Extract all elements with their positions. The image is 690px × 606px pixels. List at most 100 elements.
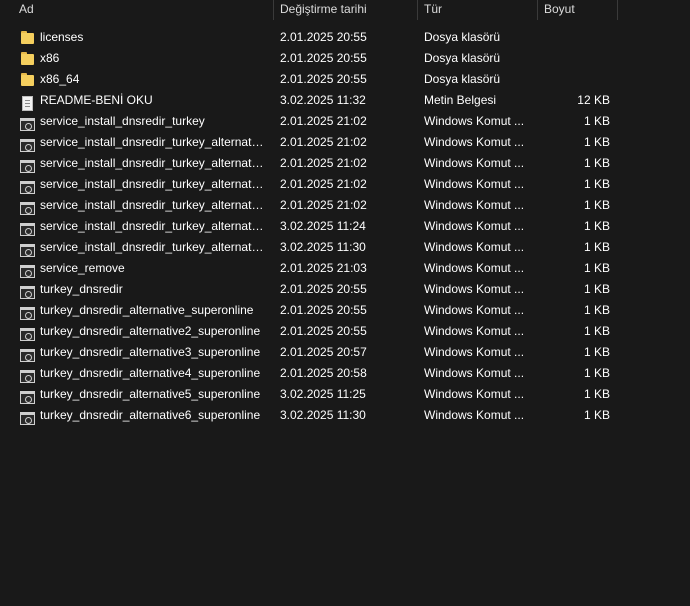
batch-file-icon	[20, 283, 35, 299]
file-size: 1 KB	[583, 198, 610, 212]
file-name: service_install_dnsredir_turkey_alternat…	[40, 177, 264, 191]
file-name: service_remove	[40, 261, 125, 275]
file-row[interactable]: service_install_dnsredir_turkey_alternat…	[0, 216, 690, 237]
column-header-size-label: Boyut	[544, 2, 575, 16]
batch-file-icon	[20, 388, 35, 404]
column-header-name-label: Ad	[19, 2, 34, 16]
file-name: licenses	[40, 30, 84, 44]
file-row[interactable]: turkey_dnsredir 2.01.2025 20:55 Windows …	[0, 279, 690, 300]
batch-file-icon	[20, 367, 35, 383]
column-header-type-label: Tür	[424, 2, 442, 16]
file-name: turkey_dnsredir_alternative5_superonline	[40, 387, 261, 401]
file-name: x86	[40, 51, 60, 65]
file-row[interactable]: service_install_dnsredir_turkey 2.01.202…	[0, 111, 690, 132]
file-type: Dosya klasörü	[424, 72, 501, 86]
batch-file-icon	[20, 115, 35, 131]
batch-file-icon	[20, 157, 35, 173]
file-type: Metin Belgesi	[424, 93, 497, 107]
file-name: service_install_dnsredir_turkey_alternat…	[40, 198, 264, 212]
file-row[interactable]: service_install_dnsredir_turkey_alternat…	[0, 132, 690, 153]
file-row[interactable]: service_remove 2.01.2025 21:03 Windows K…	[0, 258, 690, 279]
file-date: 3.02.2025 11:32	[280, 93, 366, 107]
file-date: 3.02.2025 11:25	[280, 387, 366, 401]
file-date: 2.01.2025 20:57	[280, 345, 367, 359]
file-date: 3.02.2025 11:30	[280, 240, 366, 254]
file-date: 2.01.2025 20:55	[280, 51, 367, 65]
column-header-type[interactable]: Tür	[418, 0, 538, 20]
file-name: turkey_dnsredir	[40, 282, 123, 296]
file-type: Windows Komut ...	[424, 156, 525, 170]
file-type: Windows Komut ...	[424, 387, 525, 401]
file-row[interactable]: service_install_dnsredir_turkey_alternat…	[0, 153, 690, 174]
file-date: 2.01.2025 20:55	[280, 282, 367, 296]
file-row[interactable]: service_install_dnsredir_turkey_alternat…	[0, 237, 690, 258]
file-date: 2.01.2025 20:55	[280, 303, 367, 317]
file-name: service_install_dnsredir_turkey_alternat…	[40, 156, 264, 170]
file-type: Windows Komut ...	[424, 345, 525, 359]
file-row[interactable]: turkey_dnsredir_alternative_superonline …	[0, 300, 690, 321]
file-type: Windows Komut ...	[424, 198, 525, 212]
file-name: service_install_dnsredir_turkey_alternat…	[40, 219, 264, 233]
file-type: Windows Komut ...	[424, 240, 525, 254]
file-name: service_install_dnsredir_turkey	[40, 114, 205, 128]
file-row[interactable]: README-BENİ OKU 3.02.2025 11:32 Metin Be…	[0, 90, 690, 111]
file-row[interactable]: turkey_dnsredir_alternative5_superonline…	[0, 384, 690, 405]
file-row[interactable]: service_install_dnsredir_turkey_alternat…	[0, 174, 690, 195]
file-row[interactable]: turkey_dnsredir_alternative6_superonline…	[0, 405, 690, 426]
batch-file-icon	[20, 241, 35, 257]
file-size: 12 KB	[577, 93, 610, 107]
batch-file-icon	[20, 262, 35, 278]
file-row[interactable]: licenses 2.01.2025 20:55 Dosya klasörü	[0, 27, 690, 48]
column-header-name[interactable]: Ad ^	[13, 0, 274, 20]
file-type: Windows Komut ...	[424, 219, 525, 233]
file-size: 1 KB	[583, 387, 610, 401]
folder-icon	[20, 31, 35, 44]
file-name: turkey_dnsredir_alternative2_superonline	[40, 324, 261, 338]
file-type: Windows Komut ...	[424, 177, 525, 191]
file-type: Windows Komut ...	[424, 366, 525, 380]
column-header-date[interactable]: Değiştirme tarihi	[274, 0, 418, 20]
file-size	[540, 27, 610, 48]
file-type: Windows Komut ...	[424, 303, 525, 317]
file-date: 2.01.2025 20:55	[280, 324, 367, 338]
folder-icon	[20, 52, 35, 65]
file-size	[540, 48, 610, 69]
batch-file-icon	[20, 199, 35, 215]
file-name: service_install_dnsredir_turkey_alternat…	[40, 135, 264, 149]
file-row[interactable]: turkey_dnsredir_alternative3_superonline…	[0, 342, 690, 363]
file-size: 1 KB	[583, 366, 610, 380]
batch-file-icon	[20, 409, 35, 425]
file-size: 1 KB	[583, 135, 610, 149]
batch-file-icon	[20, 304, 35, 320]
folder-icon	[20, 73, 35, 86]
file-size: 1 KB	[583, 261, 610, 275]
file-size	[540, 69, 610, 90]
file-name: README-BENİ OKU	[40, 93, 153, 107]
file-date: 2.01.2025 21:02	[280, 198, 367, 212]
file-size: 1 KB	[583, 282, 610, 296]
file-date: 2.01.2025 21:02	[280, 177, 367, 191]
batch-file-icon	[20, 325, 35, 341]
file-row[interactable]: service_install_dnsredir_turkey_alternat…	[0, 195, 690, 216]
file-size: 1 KB	[583, 240, 610, 254]
file-date: 2.01.2025 21:02	[280, 114, 367, 128]
file-type: Dosya klasörü	[424, 30, 501, 44]
column-header-size[interactable]: Boyut	[538, 0, 618, 20]
file-date: 2.01.2025 20:58	[280, 366, 367, 380]
file-explorer: Ad ^ Değiştirme tarihi Tür Boyut license…	[0, 0, 690, 606]
file-date: 2.01.2025 21:02	[280, 156, 367, 170]
file-row[interactable]: turkey_dnsredir_alternative4_superonline…	[0, 363, 690, 384]
file-date: 2.01.2025 20:55	[280, 30, 367, 44]
file-type: Windows Komut ...	[424, 408, 525, 422]
batch-file-icon	[20, 346, 35, 362]
file-row[interactable]: x86_64 2.01.2025 20:55 Dosya klasörü	[0, 69, 690, 90]
text-document-icon	[20, 94, 35, 111]
file-row[interactable]: turkey_dnsredir_alternative2_superonline…	[0, 321, 690, 342]
file-type: Windows Komut ...	[424, 261, 525, 275]
file-name: turkey_dnsredir_alternative4_superonline	[40, 366, 261, 380]
column-header-bar: Ad ^ Değiştirme tarihi Tür Boyut	[0, 0, 690, 20]
file-size: 1 KB	[583, 114, 610, 128]
file-row[interactable]: x86 2.01.2025 20:55 Dosya klasörü	[0, 48, 690, 69]
column-header-date-label: Değiştirme tarihi	[280, 2, 367, 16]
file-date: 3.02.2025 11:24	[280, 219, 366, 233]
